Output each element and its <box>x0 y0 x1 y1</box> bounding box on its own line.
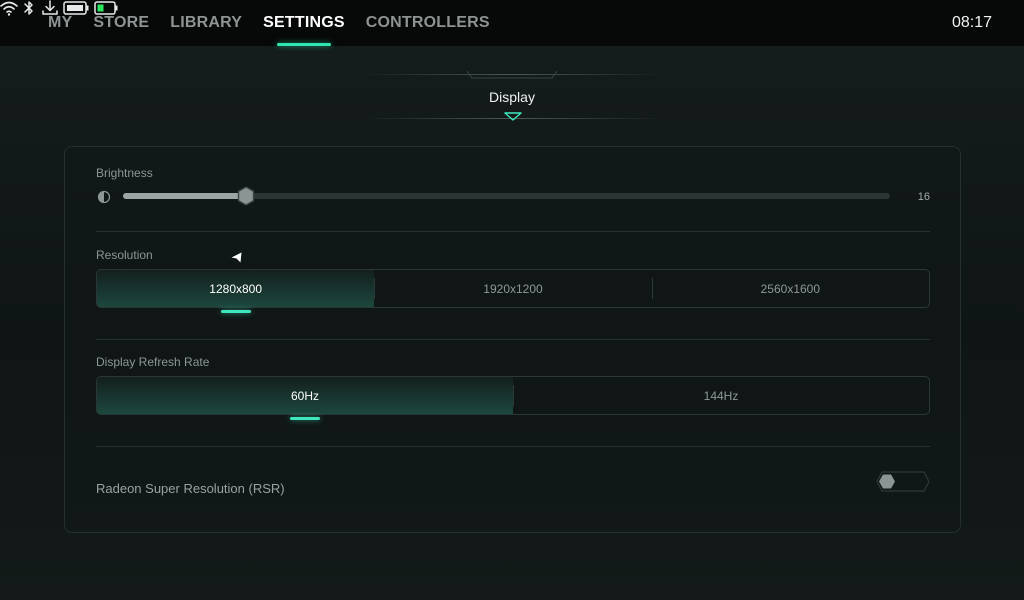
divider <box>96 231 930 232</box>
divider <box>96 446 930 447</box>
brightness-value: 16 <box>917 191 930 203</box>
refresh-rate-selector: 60Hz 144Hz <box>96 376 930 420</box>
nav-tab-settings[interactable]: SETTINGS <box>263 0 345 46</box>
resolution-option-1920x1200[interactable]: 1920x1200 <box>374 270 651 307</box>
resolution-selector: 1280x800 1920x1200 2560x1600 <box>96 269 930 313</box>
nav-tab-store[interactable]: STORE <box>93 0 149 46</box>
section-title: Display <box>489 89 535 105</box>
section-header: Display <box>0 62 1024 132</box>
refresh-rate-option-144hz[interactable]: 144Hz <box>513 377 929 414</box>
brightness-slider-fill <box>123 193 246 199</box>
top-bar: MY STORE LIBRARY SETTINGS CONTROLLERS 08… <box>0 0 1024 46</box>
header-notch <box>466 70 558 79</box>
option-label: 1920x1200 <box>483 281 543 296</box>
nav-tab-label: SETTINGS <box>263 14 345 31</box>
option-label: 60Hz <box>290 388 319 403</box>
nav-tab-label: CONTROLLERS <box>365 14 490 31</box>
nav-tab-my[interactable]: MY <box>48 0 72 46</box>
wifi-icon <box>0 1 22 20</box>
refresh-rate-label: Display Refresh Rate <box>96 355 210 369</box>
nav-tab-label: LIBRARY <box>170 14 243 31</box>
selected-indicator <box>290 417 320 420</box>
refresh-rate-option-60hz[interactable]: 60Hz <box>97 377 513 420</box>
option-label: 144Hz <box>703 388 739 403</box>
status-time: 08:17 <box>952 14 993 31</box>
divider <box>96 339 930 340</box>
nav-tab-label: STORE <box>93 14 150 31</box>
chevron-down-icon <box>504 112 522 121</box>
nav-tab-label: MY <box>48 14 73 31</box>
resolution-option-2560x1600[interactable]: 2560x1600 <box>651 270 929 307</box>
nav-tab-controllers[interactable]: CONTROLLERS <box>366 0 490 46</box>
option-label: 2560x1600 <box>760 281 821 296</box>
active-tab-indicator <box>277 43 331 46</box>
rsr-label: Radeon Super Resolution (RSR) <box>96 481 285 496</box>
resolution-label: Resolution <box>96 248 153 262</box>
selected-indicator <box>220 310 251 313</box>
mouse-cursor-icon <box>230 251 242 269</box>
option-label: 1280x800 <box>209 281 263 296</box>
resolution-option-1280x800[interactable]: 1280x800 <box>97 270 375 313</box>
brightness-label: Brightness <box>96 166 153 180</box>
nav-tab-library[interactable]: LIBRARY <box>170 0 242 46</box>
rsr-toggle[interactable] <box>876 471 930 492</box>
brightness-low-icon <box>97 190 111 209</box>
bluetooth-icon <box>22 1 40 20</box>
brightness-slider-thumb[interactable] <box>237 186 255 211</box>
main-nav: MY STORE LIBRARY SETTINGS CONTROLLERS <box>48 0 511 46</box>
